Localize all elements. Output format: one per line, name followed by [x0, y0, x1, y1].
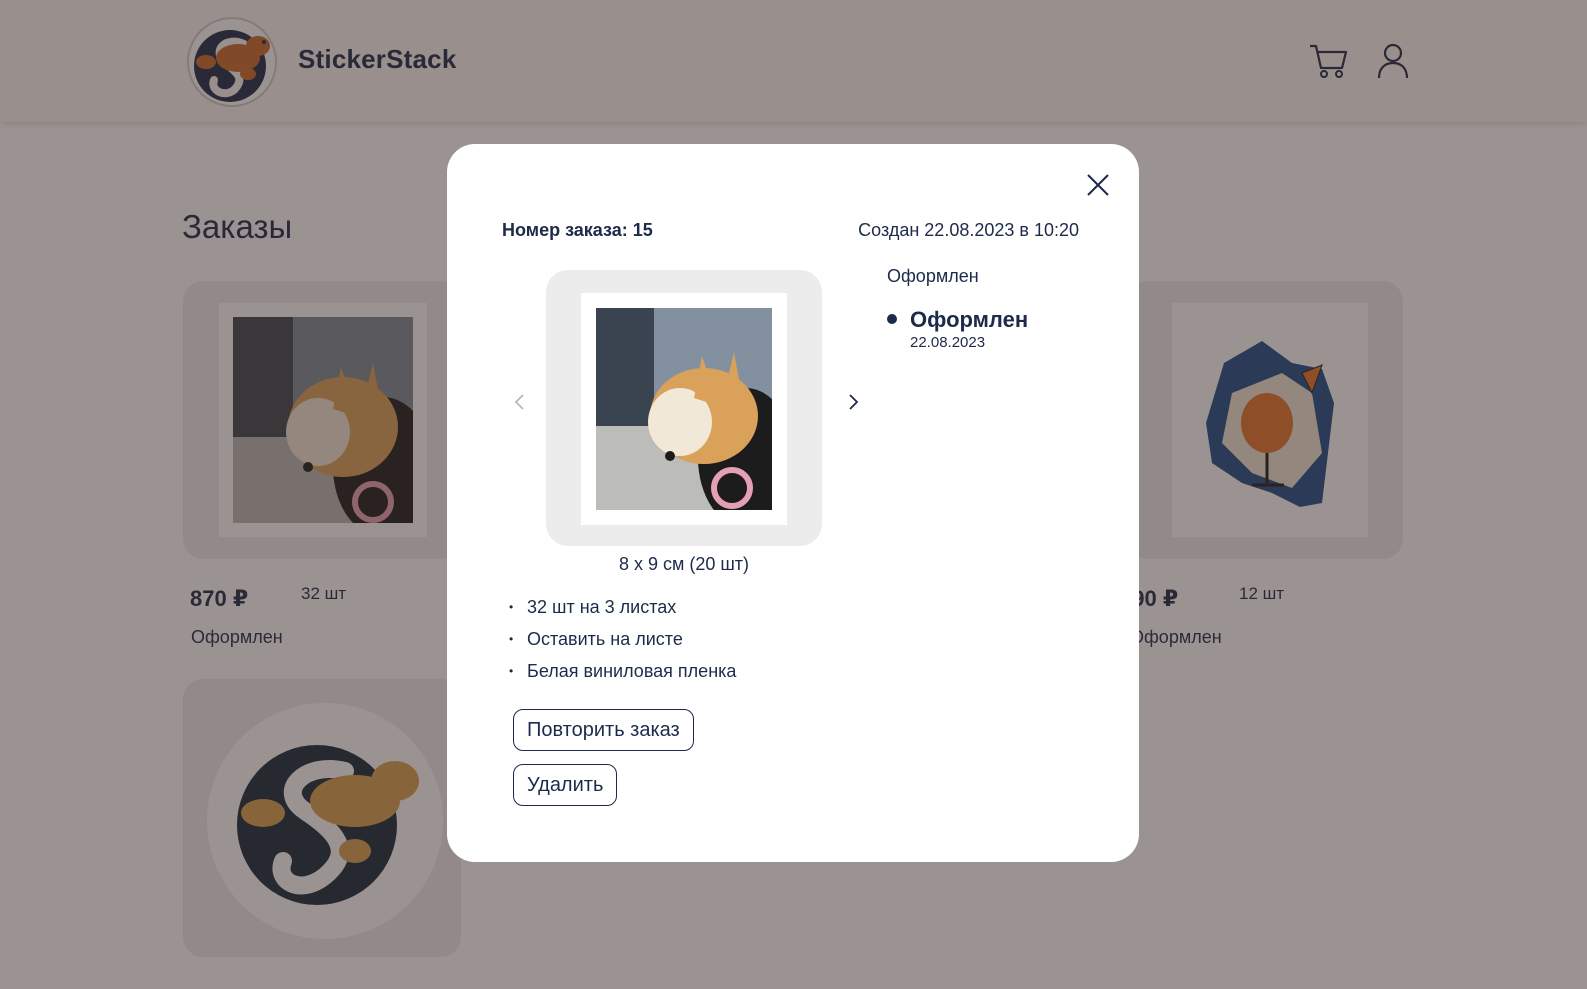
detail-item: Оставить на листе: [509, 629, 736, 661]
detail-item: Белая виниловая пленка: [509, 661, 736, 693]
timeline-dot: [887, 314, 897, 324]
order-created-date: Создан 22.08.2023 в 10:20: [858, 220, 1079, 240]
order-details-modal: Номер заказа: 15 Создан 22.08.2023 в 10:…: [447, 144, 1139, 862]
corgi-photo-image: [596, 308, 772, 510]
order-status-heading: Оформлен: [887, 266, 979, 286]
detail-item: 32 шт на 3 листах: [509, 597, 736, 629]
order-number: Номер заказа: 15: [502, 220, 653, 240]
delete-order-button[interactable]: Удалить: [513, 764, 618, 806]
chevron-right-icon[interactable]: [843, 392, 863, 412]
chevron-left-icon[interactable]: [510, 392, 530, 412]
timeline-status: Оформлен: [910, 307, 1029, 332]
timeline-date: 22.08.2023: [910, 334, 986, 351]
sticker-viewer: [546, 270, 822, 546]
close-icon[interactable]: [1083, 170, 1113, 200]
sticker-size-caption: 8 х 9 см (20 шт): [618, 554, 750, 574]
repeat-order-button[interactable]: Повторить заказ: [513, 709, 694, 751]
sticker-frame: [581, 293, 787, 525]
order-details-list: 32 шт на 3 листах Оставить на листе Бела…: [509, 597, 736, 693]
